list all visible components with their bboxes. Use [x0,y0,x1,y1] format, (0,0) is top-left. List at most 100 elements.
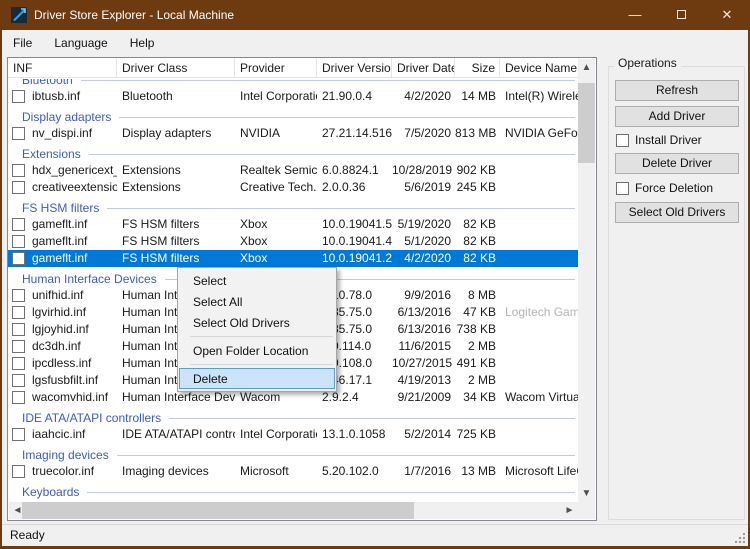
group-header-ide-ata-atapi-controllers: IDE ATA/ATAPI controllers [8,406,579,426]
close-button[interactable]: ✕ [704,0,750,30]
menu-item-language[interactable]: Language [43,30,118,56]
row-checkbox[interactable] [12,391,25,404]
scroll-down-icon[interactable]: ▼ [578,485,595,502]
column-header-size[interactable]: Size [455,58,500,78]
row-checkbox[interactable] [12,289,25,302]
table-row[interactable]: gameflt.infFS HSM filtersXbox10.0.19041.… [8,233,579,250]
inf-cell: dc3dh.inf [8,338,117,355]
window-title: Driver Store Explorer - Local Machine [34,0,234,30]
column-header-inf[interactable]: INF [8,58,117,78]
row-checkbox[interactable] [12,235,25,248]
row-checkbox[interactable] [12,428,25,441]
driver-date-cell: 4/2/2020 [392,250,455,267]
scroll-up-icon[interactable]: ▲ [578,59,595,76]
column-header-driver-date[interactable]: Driver Date [392,58,455,78]
inf-name: lgsfusbfilt.inf [32,372,98,389]
table-row[interactable]: iaahcic.infIDE ATA/ATAPI control...Intel… [8,426,579,443]
table-row[interactable]: truecolor.infImaging devicesMicrosoft5.2… [8,463,579,480]
row-checkbox[interactable] [12,374,25,387]
resize-grip-icon[interactable] [735,533,745,543]
install-driver-checkbox[interactable]: Install Driver [616,133,702,147]
size-cell: 738 KB [455,321,500,338]
vertical-scrollbar[interactable]: ▲ ▼ [578,59,595,502]
inf-name: ipcdless.inf [32,355,91,372]
group-header-keyboards: Keyboards [8,480,579,500]
context-menu-item-select-old-drivers[interactable]: Select Old Drivers [179,312,335,333]
context-menu-item-select[interactable]: Select [179,270,335,291]
column-header-device-name[interactable]: Device Name [500,58,579,78]
table-row[interactable]: ibtusb.infBluetoothIntel Corporation21.9… [8,88,579,105]
horizontal-scrollbar[interactable]: ◄ ► [9,502,578,519]
column-header-driver-version[interactable]: Driver Version [317,58,392,78]
size-cell: 82 KB [455,233,500,250]
provider-cell: NVIDIA [235,125,317,142]
status-bar: Ready [2,524,748,546]
device-name-cell [500,216,579,233]
row-checkbox[interactable] [12,181,25,194]
row-checkbox[interactable] [12,218,25,231]
device-name-cell [500,426,579,443]
checkbox-box[interactable] [616,134,629,147]
refresh-button[interactable]: Refresh [615,80,739,101]
size-cell: 2 MB [455,338,500,355]
row-checkbox[interactable] [12,306,25,319]
inf-name: creativeextensio... [32,179,117,196]
driver-version-cell: 21.90.0.4 [317,88,392,105]
driver-class-cell: Extensions [117,162,235,179]
table-row[interactable]: hdx_genericext_...ExtensionsRealtek Semi… [8,162,579,179]
driver-class-cell: Imaging devices [117,463,235,480]
device-name-cell: Microsoft LifeCam [500,463,579,480]
driver-date-cell: 4/2/2020 [392,88,455,105]
select-old-drivers-button[interactable]: Select Old Drivers [615,202,739,223]
row-checkbox[interactable] [12,90,25,103]
row-checkbox[interactable] [12,127,25,140]
group-label: Human Interface Devices [22,271,157,287]
maximize-button[interactable] [658,0,704,30]
column-header-provider[interactable]: Provider [235,58,317,78]
device-name-cell [500,233,579,250]
row-checkbox[interactable] [12,465,25,478]
driver-date-cell: 5/1/2020 [392,233,455,250]
minimize-button[interactable]: — [612,0,658,30]
horizontal-scroll-thumb[interactable] [22,502,414,519]
inf-cell: gameflt.inf [8,216,117,233]
table-row[interactable]: creativeextensio...ExtensionsCreative Te… [8,179,579,196]
table-row[interactable]: nv_dispi.infDisplay adaptersNVIDIA27.21.… [8,125,579,142]
menu-item-help[interactable]: Help [119,30,166,56]
inf-cell: lgsfusbfilt.inf [8,372,117,389]
row-checkbox[interactable] [12,357,25,370]
scroll-right-icon[interactable]: ► [561,502,578,519]
inf-name: lgvirhid.inf [32,304,86,321]
size-cell: 14 MB [455,88,500,105]
table-row[interactable]: gameflt.infFS HSM filtersXbox10.0.19041.… [8,216,579,233]
inf-cell: lgjoyhid.inf [8,321,117,338]
device-name-cell [500,179,579,196]
driver-date-cell: 9/9/2016 [392,287,455,304]
device-name-cell: Logitech Gaming [500,304,579,321]
group-header-fs-hsm-filters: FS HSM filters [8,196,579,216]
vertical-scroll-thumb[interactable] [578,83,595,163]
inf-name: ibtusb.inf [32,88,80,105]
menu-item-file[interactable]: File [2,30,43,56]
force-deletion-checkbox[interactable]: Force Deletion [616,181,713,195]
driver-class-cell: FS HSM filters [117,233,235,250]
row-checkbox[interactable] [12,340,25,353]
delete-driver-button[interactable]: Delete Driver [615,153,739,174]
row-checkbox[interactable] [12,252,25,265]
size-cell: 82 KB [455,216,500,233]
context-menu-item-select-all[interactable]: Select All [179,291,335,312]
checkbox-box[interactable] [616,182,629,195]
list-header: INFDriver ClassˆProviderDriver VersionDr… [8,58,579,78]
group-line [81,80,575,81]
device-name-cell [500,355,579,372]
row-checkbox[interactable] [12,323,25,336]
driver-date-cell: 6/13/2016 [392,321,455,338]
column-header-driver-class[interactable]: Driver Classˆ [117,58,235,78]
row-checkbox[interactable] [12,164,25,177]
context-menu-item-open-folder-location[interactable]: Open Folder Location [179,340,335,361]
context-menu-item-delete[interactable]: Delete [179,368,335,389]
table-row[interactable]: gameflt.infFS HSM filtersXbox10.0.19041.… [8,250,579,267]
driver-date-cell: 10/27/2015 [392,355,455,372]
size-cell: 2 MB [455,372,500,389]
add-driver-button[interactable]: Add Driver [615,106,739,127]
